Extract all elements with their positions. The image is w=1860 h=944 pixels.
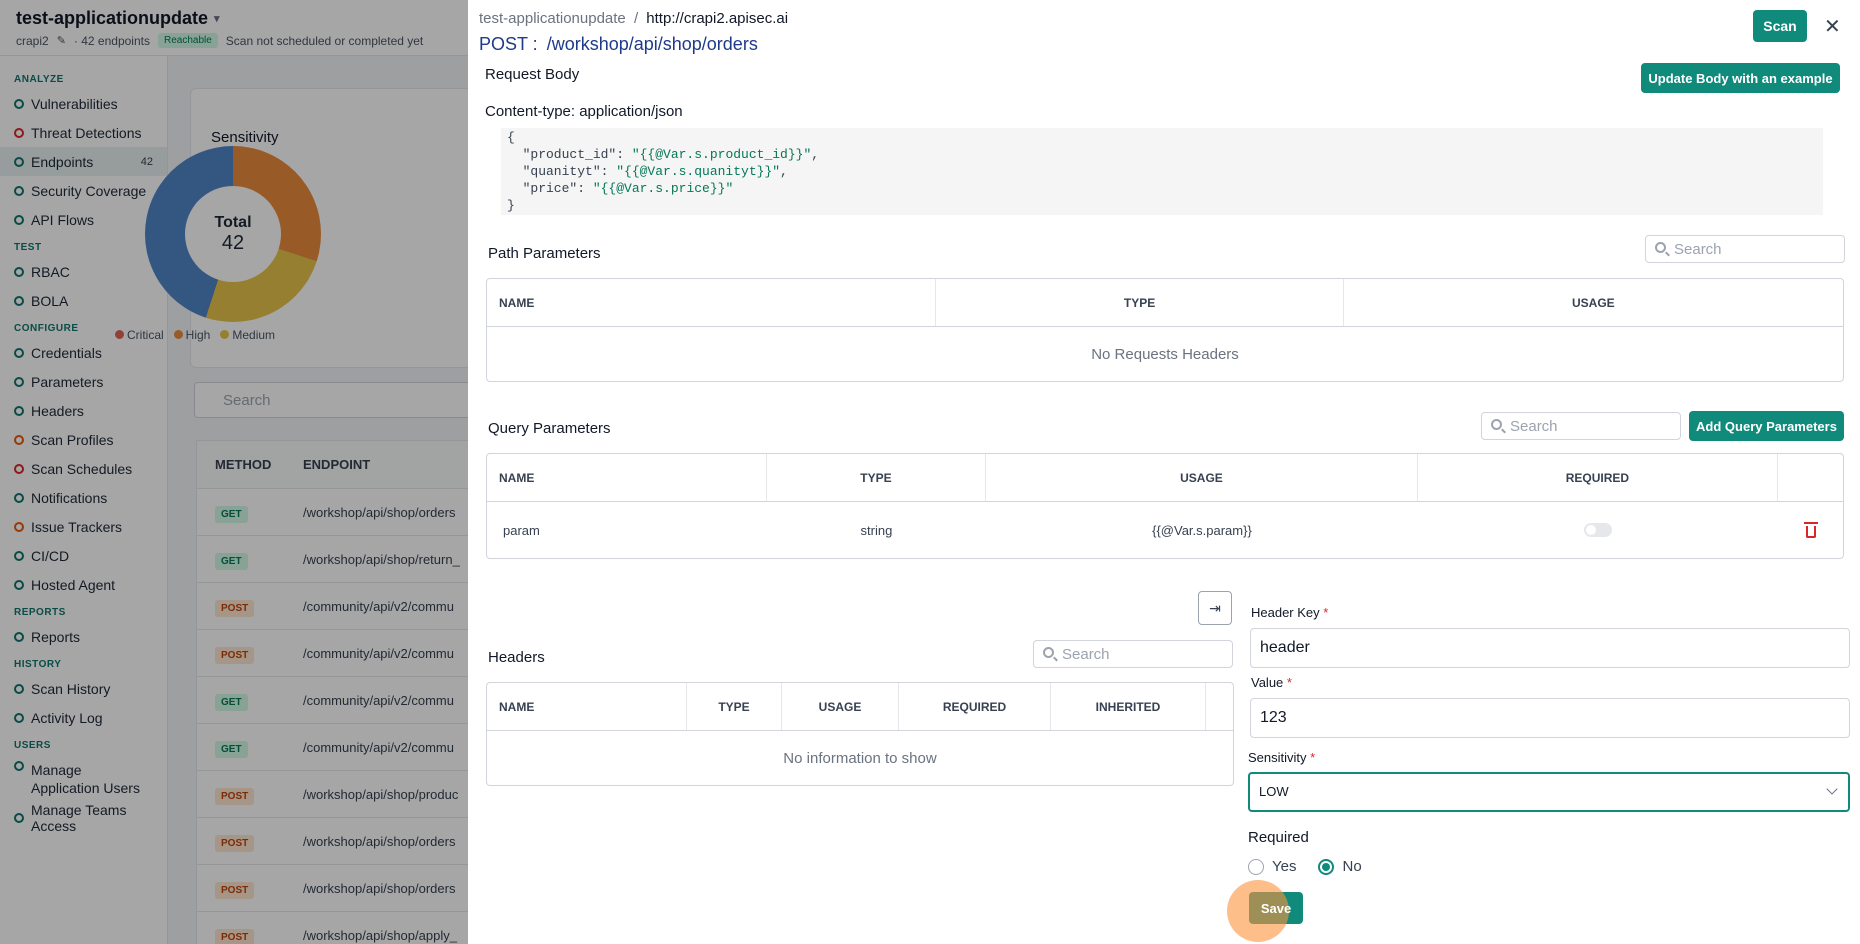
param-name: param xyxy=(503,522,540,538)
table-header: NAME TYPE USAGE REQUIRED xyxy=(487,454,1843,502)
col-name: NAME xyxy=(487,683,687,730)
required-cell xyxy=(1418,502,1778,558)
code-line: } xyxy=(507,198,515,213)
path-params-table: NAME TYPE USAGE No Requests Headers xyxy=(486,278,1844,382)
search-icon xyxy=(1043,647,1054,658)
breadcrumb: test-applicationupdate / http://crapi2.a… xyxy=(479,10,789,27)
table-header: NAME TYPE USAGE REQUIRED INHERITED xyxy=(487,683,1233,731)
col-required: REQUIRED xyxy=(1418,454,1779,501)
collapse-panel-icon[interactable]: ⇥ xyxy=(1198,591,1232,625)
breadcrumb-app[interactable]: test-applicationupdate xyxy=(479,10,626,27)
path-params-search[interactable]: Search xyxy=(1645,235,1845,263)
headers-table: NAME TYPE USAGE REQUIRED INHERITED No in… xyxy=(486,682,1234,786)
value-label: Value * xyxy=(1251,675,1292,690)
query-params-title: Query Parameters xyxy=(488,420,611,437)
sensitivity-select[interactable]: LOW xyxy=(1248,772,1850,812)
radio-yes-label[interactable]: Yes xyxy=(1272,858,1296,875)
required-toggle[interactable] xyxy=(1583,523,1612,537)
table-row: param string {{@Var.s.param}} xyxy=(487,502,1843,558)
request-body-code[interactable]: { "product_id": "{{@Var.s.product_id}}",… xyxy=(501,128,1823,215)
code-line: "quanityt": "{{@Var.s.quanityt}}", xyxy=(507,164,788,179)
add-query-params-button[interactable]: Add Query Parameters xyxy=(1689,411,1844,441)
path-params-title: Path Parameters xyxy=(488,245,601,262)
close-icon[interactable]: ✕ xyxy=(1824,14,1841,39)
col-type: TYPE xyxy=(936,279,1344,326)
sensitivity-label: Sensitivity * xyxy=(1248,750,1316,765)
endpoint-path: /workshop/api/shop/orders xyxy=(546,34,758,54)
value-input[interactable]: 123 xyxy=(1250,698,1850,738)
query-params-search[interactable]: Search xyxy=(1481,412,1681,440)
modal-overlay[interactable] xyxy=(0,0,470,944)
table-header: NAME TYPE USAGE xyxy=(487,279,1843,327)
scan-button[interactable]: Scan xyxy=(1753,10,1807,42)
radio-yes[interactable] xyxy=(1248,858,1264,875)
header-key-label: Header Key * xyxy=(1251,605,1329,620)
endpoint-drawer: test-applicationupdate / http://crapi2.a… xyxy=(468,0,1860,944)
col-type: TYPE xyxy=(767,454,987,501)
chevron-down-icon xyxy=(1826,783,1838,795)
code-line: "product_id": "{{@Var.s.product_id}}", xyxy=(507,147,820,162)
required-label: Required xyxy=(1248,829,1309,846)
param-type: string xyxy=(860,522,893,538)
col-inherited: INHERITED xyxy=(1051,683,1206,730)
path-params-empty: No Requests Headers xyxy=(1091,345,1239,363)
col-usage: USAGE xyxy=(986,454,1418,501)
headers-empty: No information to show xyxy=(783,749,937,767)
col-name: NAME xyxy=(487,454,767,501)
header-key-input[interactable]: header xyxy=(1250,628,1850,668)
radio-no-label[interactable]: No xyxy=(1342,858,1361,875)
code-line: "price": "{{@Var.s.price}}" xyxy=(507,181,734,196)
param-usage: {{@Var.s.param}} xyxy=(1152,522,1252,538)
col-usage: USAGE xyxy=(1572,295,1615,310)
code-line: { xyxy=(507,130,515,145)
endpoint-title: POST : /workshop/api/shop/orders xyxy=(479,34,758,55)
col-actions xyxy=(1778,454,1843,501)
required-radio-group: Yes No xyxy=(1248,858,1362,875)
content-type: Content-type: application/json xyxy=(485,103,683,120)
col-type: TYPE xyxy=(687,683,782,730)
drawer-header: test-applicationupdate / http://crapi2.a… xyxy=(468,0,1860,64)
update-body-button[interactable]: Update Body with an example xyxy=(1641,63,1840,93)
save-button[interactable]: Save xyxy=(1227,880,1303,942)
delete-cell xyxy=(1778,502,1843,558)
search-icon xyxy=(1491,419,1502,430)
query-params-table: NAME TYPE USAGE REQUIRED param string {{… xyxy=(486,453,1844,559)
request-body-title: Request Body xyxy=(485,66,580,83)
headers-search[interactable]: Search xyxy=(1033,640,1233,668)
headers-title: Headers xyxy=(488,649,545,666)
trash-icon[interactable] xyxy=(1803,521,1818,538)
col-usage: USAGE xyxy=(782,683,899,730)
search-icon xyxy=(1655,242,1666,253)
col-required: REQUIRED xyxy=(899,683,1051,730)
radio-no[interactable] xyxy=(1318,858,1335,875)
col-name: NAME xyxy=(487,279,937,326)
endpoint-method: POST : xyxy=(479,34,538,54)
breadcrumb-url: http://crapi2.apisec.ai xyxy=(646,10,789,27)
